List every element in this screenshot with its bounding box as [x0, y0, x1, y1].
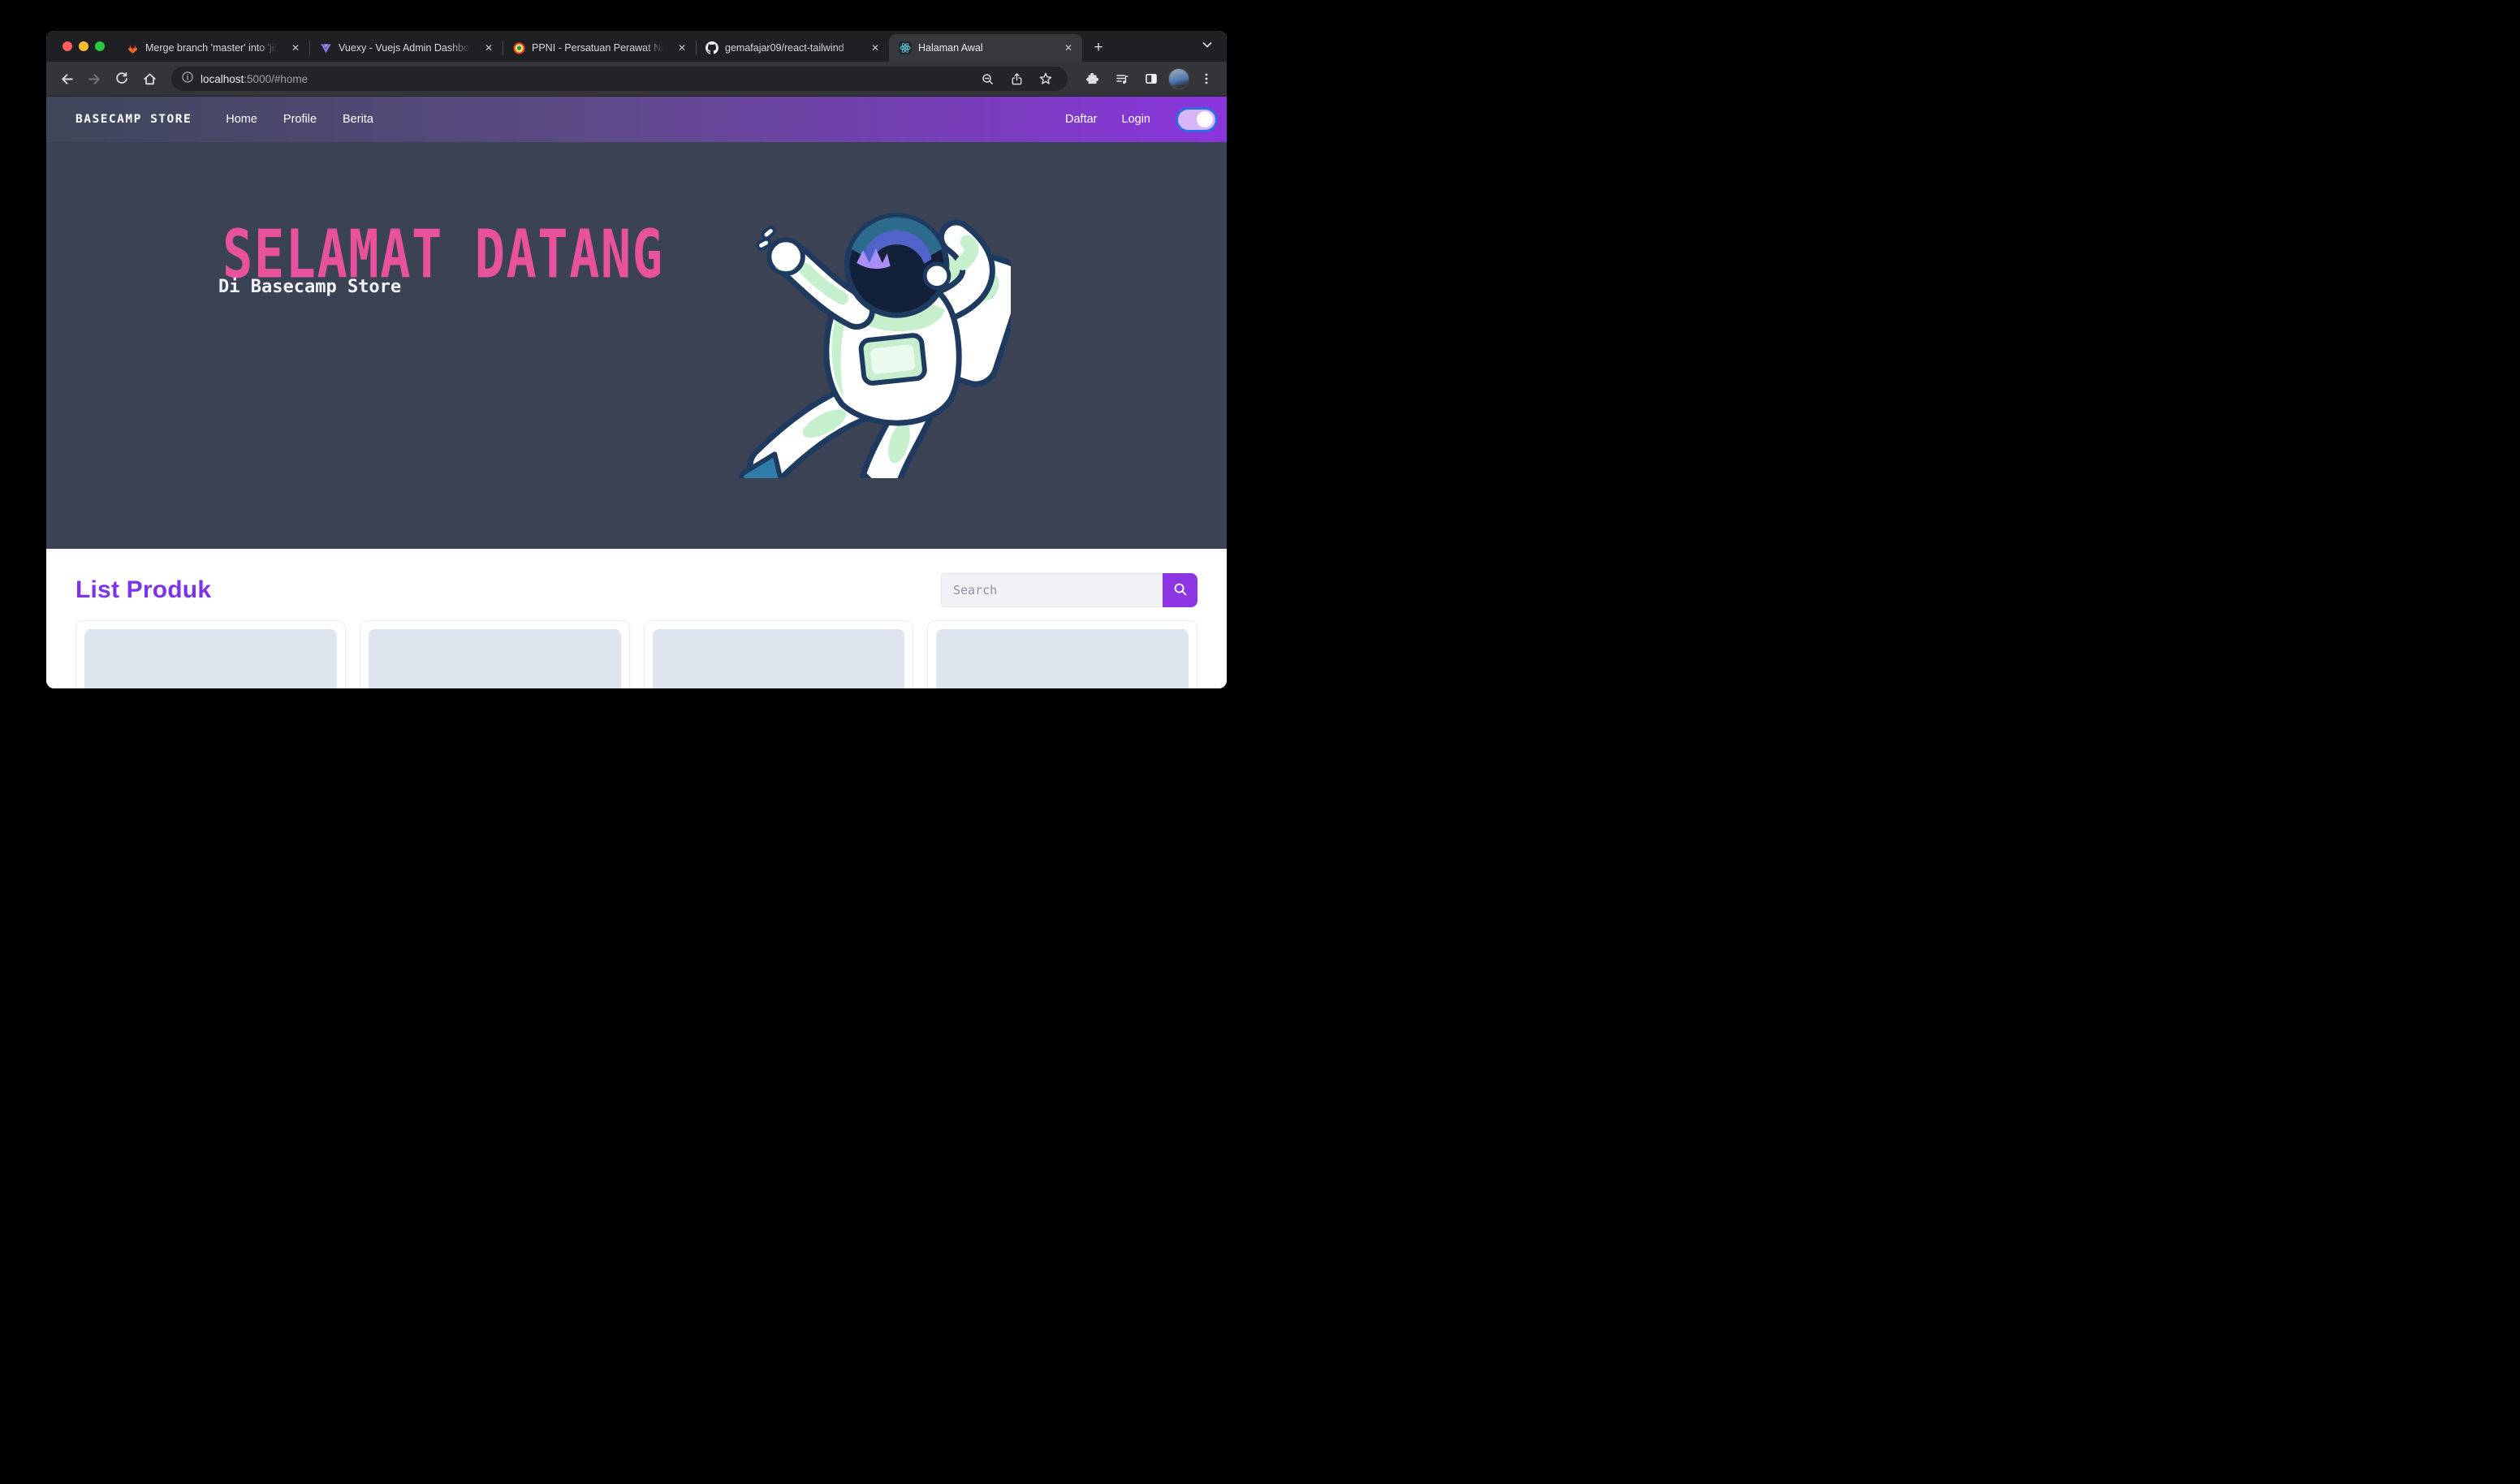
reload-icon[interactable]: [110, 67, 134, 91]
share-icon[interactable]: [1004, 67, 1029, 91]
github-icon: [706, 41, 718, 54]
nav-link-daftar[interactable]: Daftar: [1065, 113, 1098, 126]
playlist-icon[interactable]: [1110, 67, 1134, 91]
tab-title: gemafajar09/react-tailwind: [725, 42, 861, 54]
tab-close-icon[interactable]: ✕: [675, 41, 689, 55]
bookmark-star-icon[interactable]: [1033, 67, 1058, 91]
traffic-lights: [46, 31, 116, 62]
nav-link-berita[interactable]: Berita: [343, 113, 373, 126]
tabs: Merge branch 'master' into 'jiha ✕ Vuexy…: [116, 31, 1082, 62]
product-card-row: [76, 620, 1197, 688]
search-input[interactable]: [941, 573, 1163, 607]
page-content: BASECAMP STORE Home Profile Berita Dafta…: [46, 97, 1227, 688]
ppni-icon: [512, 41, 525, 54]
search-icon: [1173, 582, 1188, 599]
desktop-background: Merge branch 'master' into 'jiha ✕ Vuexy…: [0, 0, 1260, 742]
address-bar[interactable]: localhost:5000/#home: [171, 67, 1068, 91]
side-panel-icon[interactable]: [1139, 67, 1163, 91]
tab-halaman-awal-active[interactable]: Halaman Awal ✕: [889, 34, 1082, 62]
products-section: List Produk: [46, 549, 1227, 688]
tab-title: Halaman Awal: [918, 42, 1055, 54]
nav-link-login[interactable]: Login: [1122, 113, 1150, 126]
product-card[interactable]: [644, 620, 914, 688]
nav-link-home[interactable]: Home: [226, 113, 257, 126]
browser-toolbar: localhost:5000/#home: [46, 62, 1227, 97]
vuexy-icon: [319, 41, 332, 54]
react-icon: [899, 41, 912, 54]
product-image-placeholder: [653, 629, 905, 688]
url-text: localhost:5000/#home: [201, 73, 308, 85]
astronaut-illustration: [722, 189, 1011, 478]
tab-title: Merge branch 'master' into 'jiha: [145, 42, 282, 54]
profile-avatar[interactable]: [1168, 68, 1189, 89]
theme-toggle-knob: [1197, 111, 1213, 127]
tab-ppni[interactable]: PPNI - Persatuan Perawat Nasi ✕: [503, 34, 696, 62]
product-image-placeholder: [84, 629, 337, 688]
tab-strip: Merge branch 'master' into 'jiha ✕ Vuexy…: [46, 31, 1227, 62]
site-info-icon[interactable]: [181, 71, 194, 88]
browser-window: Merge branch 'master' into 'jiha ✕ Vuexy…: [46, 31, 1227, 688]
gitlab-icon: [126, 41, 139, 54]
hero-subtitle: Di Basecamp Store: [218, 277, 401, 297]
toolbar-right-icons: [1077, 67, 1219, 91]
forward-icon[interactable]: [82, 67, 106, 91]
tab-title: PPNI - Persatuan Perawat Nasi: [532, 42, 668, 54]
tab-gitlab-merge[interactable]: Merge branch 'master' into 'jiha ✕: [116, 34, 309, 62]
brand-logo[interactable]: BASECAMP STORE: [76, 113, 192, 126]
fullscreen-window-button[interactable]: [95, 41, 105, 51]
tab-search-chevron-icon[interactable]: [1201, 38, 1214, 55]
tab-close-icon[interactable]: ✕: [481, 41, 496, 55]
theme-toggle[interactable]: [1178, 110, 1215, 130]
product-image-placeholder: [369, 629, 621, 688]
tab-vuexy[interactable]: Vuexy - Vuejs Admin Dashboar ✕: [309, 34, 503, 62]
close-window-button[interactable]: [63, 41, 72, 51]
home-icon[interactable]: [137, 67, 162, 91]
product-image-placeholder: [936, 629, 1189, 688]
menu-kebab-icon[interactable]: [1194, 67, 1219, 91]
tab-github[interactable]: gemafajar09/react-tailwind ✕: [696, 34, 889, 62]
search-button[interactable]: [1163, 573, 1197, 607]
product-card[interactable]: [927, 620, 1197, 688]
nav-link-profile[interactable]: Profile: [283, 113, 317, 126]
zoom-out-icon[interactable]: [975, 67, 999, 91]
products-header: List Produk: [76, 573, 1197, 607]
back-icon[interactable]: [54, 67, 79, 91]
tab-close-icon[interactable]: ✕: [288, 41, 303, 55]
tab-title: Vuexy - Vuejs Admin Dashboar: [339, 42, 475, 54]
minimize-window-button[interactable]: [79, 41, 88, 51]
new-tab-button[interactable]: +: [1087, 37, 1110, 59]
site-navbar: BASECAMP STORE Home Profile Berita Dafta…: [46, 97, 1227, 142]
tab-close-icon[interactable]: ✕: [1061, 41, 1076, 55]
product-card[interactable]: [360, 620, 630, 688]
hero-section: SELAMAT DATANG Di Basecamp Store: [46, 142, 1227, 549]
nav-actions: Daftar Login: [1065, 110, 1215, 130]
search-group: [941, 573, 1197, 607]
tab-close-icon[interactable]: ✕: [868, 41, 882, 55]
product-card[interactable]: [76, 620, 346, 688]
nav-links: Home Profile Berita: [226, 113, 373, 126]
products-heading: List Produk: [76, 576, 211, 604]
extensions-puzzle-icon[interactable]: [1081, 67, 1105, 91]
